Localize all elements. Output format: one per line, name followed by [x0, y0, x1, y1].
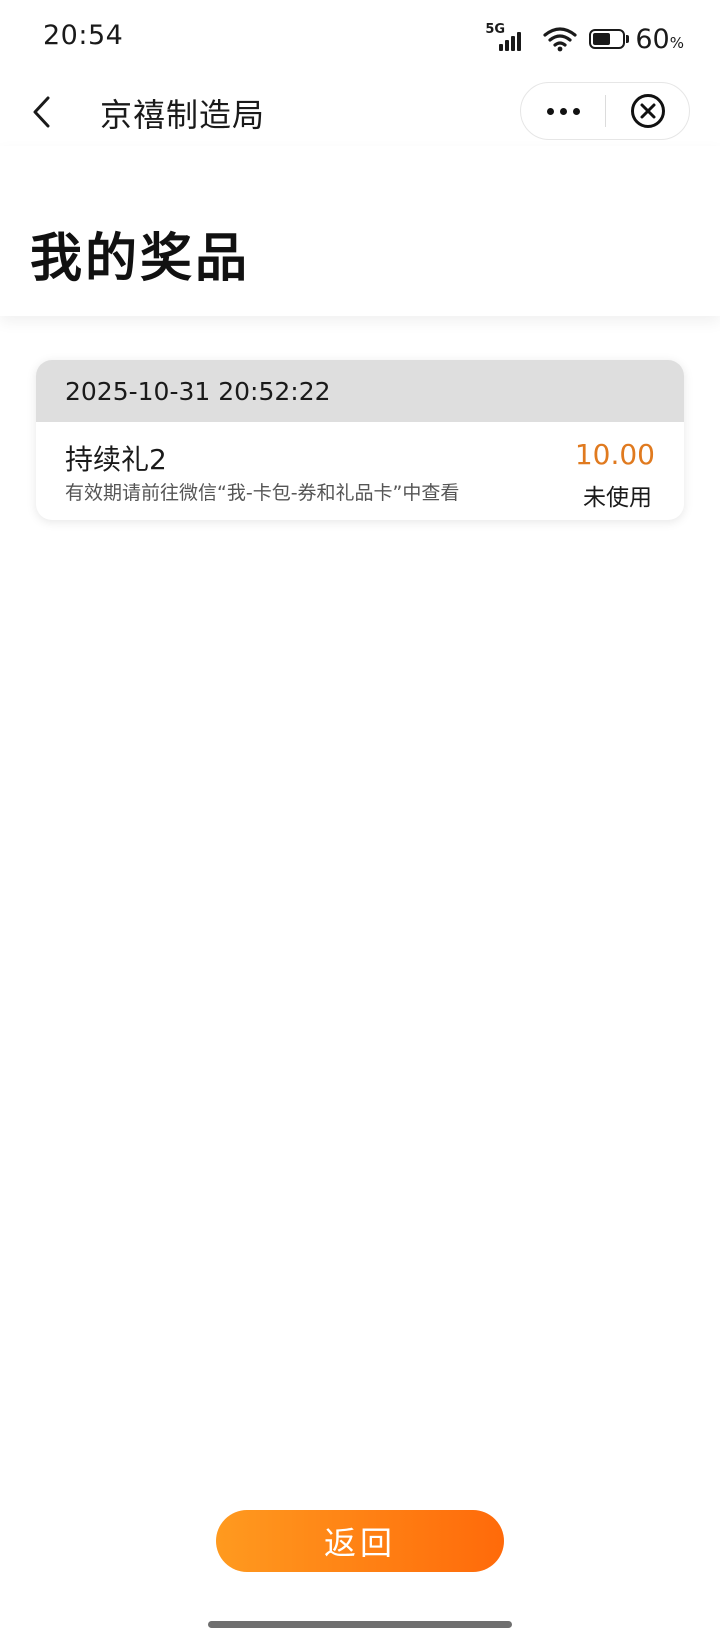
page-title: 我的奖品 — [30, 229, 251, 289]
mini-program-capsule — [520, 82, 690, 140]
prize-card-body: 持续礼2 有效期请前往微信“我-卡包-券和礼品卡”中查看 10.00 未使用 — [36, 422, 684, 520]
chevron-left-icon — [33, 96, 50, 128]
battery-icon — [589, 29, 630, 49]
back-button[interactable] — [20, 84, 64, 140]
prize-name: 持续礼2 — [65, 443, 167, 476]
battery-level — [593, 33, 611, 45]
status-time: 20:54 — [43, 20, 124, 51]
prize-status: 未使用 — [583, 485, 652, 511]
circle-close-icon — [631, 94, 665, 128]
status-bar: 20:54 5G 60% — [0, 0, 720, 78]
nav-title: 京禧制造局 — [100, 96, 266, 134]
return-button[interactable]: 返回 — [216, 1510, 504, 1572]
more-dots-icon — [546, 107, 554, 115]
status-icons: 5G 60% — [485, 20, 684, 58]
battery-percentage: 60% — [635, 23, 684, 55]
wifi-icon — [543, 27, 577, 52]
prize-card[interactable]: 2025-10-31 20:52:22 持续礼2 有效期请前往微信“我-卡包-券… — [36, 360, 684, 520]
page-header: 我的奖品 — [0, 146, 720, 316]
prize-datetime: 2025-10-31 20:52:22 — [36, 360, 684, 422]
cellular-signal-icon: 5G — [485, 22, 531, 54]
home-indicator[interactable] — [208, 1621, 512, 1628]
more-button[interactable] — [521, 83, 605, 139]
prize-description: 有效期请前往微信“我-卡包-券和礼品卡”中查看 — [65, 482, 460, 504]
navigation-bar: 京禧制造局 — [0, 78, 720, 146]
prize-amount: 10.00 — [574, 438, 655, 471]
close-button[interactable] — [606, 83, 690, 139]
